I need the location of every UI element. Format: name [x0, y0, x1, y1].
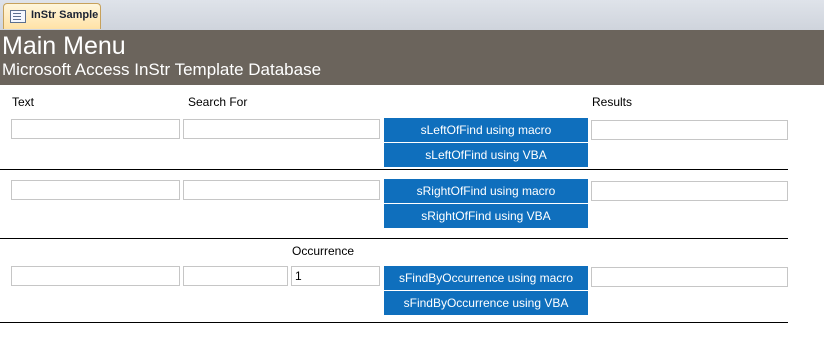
occurrence-result-field[interactable]	[591, 267, 788, 287]
tab-instr-sample[interactable]: InStr Sample	[3, 3, 101, 29]
section-divider	[0, 169, 788, 170]
sleftoffind-vba-button[interactable]: sLeftOfFind using VBA	[384, 143, 588, 167]
occurrence-text-input[interactable]	[11, 266, 180, 286]
right-search-input[interactable]	[183, 180, 380, 200]
left-result-field[interactable]	[591, 120, 788, 140]
section-divider	[0, 238, 788, 239]
sleftoffind-macro-button[interactable]: sLeftOfFind using macro	[384, 118, 588, 142]
sfindbyoccurrence-macro-button[interactable]: sFindByOccurrence using macro	[384, 266, 588, 290]
page-subtitle: Microsoft Access InStr Template Database	[2, 60, 322, 79]
section-divider	[0, 322, 788, 323]
document-tab-bar: InStr Sample	[0, 0, 824, 31]
form-header: Main Menu Microsoft Access InStr Templat…	[0, 30, 824, 85]
occurrence-search-input[interactable]	[183, 266, 288, 286]
right-result-field[interactable]	[591, 181, 788, 201]
left-text-input[interactable]	[11, 119, 180, 139]
search-for-column-label: Search For	[188, 95, 248, 109]
text-column-label: Text	[12, 95, 35, 109]
srightoffind-vba-button[interactable]: sRightOfFind using VBA	[384, 204, 588, 228]
right-text-input[interactable]	[11, 180, 180, 200]
occurrence-number-input[interactable]	[291, 266, 380, 286]
srightoffind-macro-button[interactable]: sRightOfFind using macro	[384, 179, 588, 203]
left-search-input[interactable]	[183, 119, 380, 139]
sfindbyoccurrence-vba-button[interactable]: sFindByOccurrence using VBA	[384, 291, 588, 315]
occurrence-label: Occurrence	[292, 244, 355, 258]
form-icon	[10, 10, 26, 23]
results-column-label: Results	[592, 95, 633, 109]
page-title: Main Menu	[2, 32, 126, 60]
tab-label: InStr Sample	[31, 9, 99, 21]
